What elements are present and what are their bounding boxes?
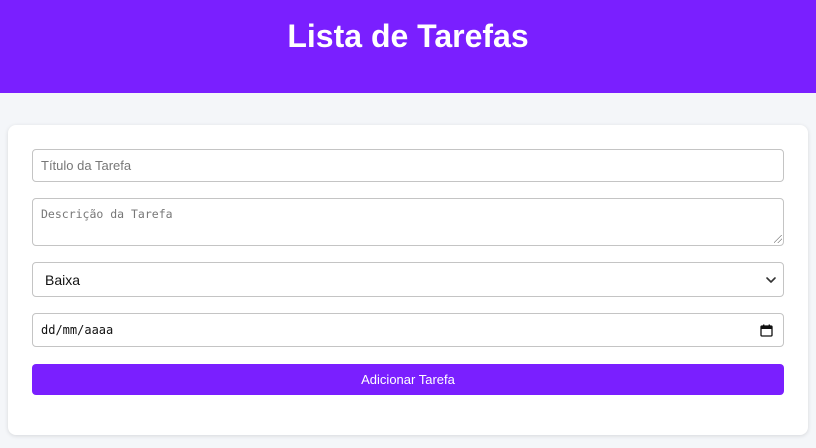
- date-placeholder: dd/mm/aaaa: [41, 323, 114, 337]
- priority-select[interactable]: Baixa: [32, 262, 784, 297]
- task-due-date-input[interactable]: dd/mm/aaaa: [32, 313, 784, 347]
- add-task-button[interactable]: Adicionar Tarefa: [32, 364, 784, 395]
- priority-selected-value: Baixa: [45, 271, 81, 288]
- page-title: Lista de Tarefas: [287, 18, 529, 54]
- task-form-card: Baixa dd/mm/aaaa Adicionar Tarefa: [8, 125, 808, 435]
- task-title-input[interactable]: [32, 149, 784, 182]
- task-description-input[interactable]: [32, 198, 784, 246]
- page-header: Lista de Tarefas: [0, 0, 816, 93]
- chevron-down-icon: [766, 277, 776, 283]
- calendar-icon[interactable]: [760, 324, 773, 337]
